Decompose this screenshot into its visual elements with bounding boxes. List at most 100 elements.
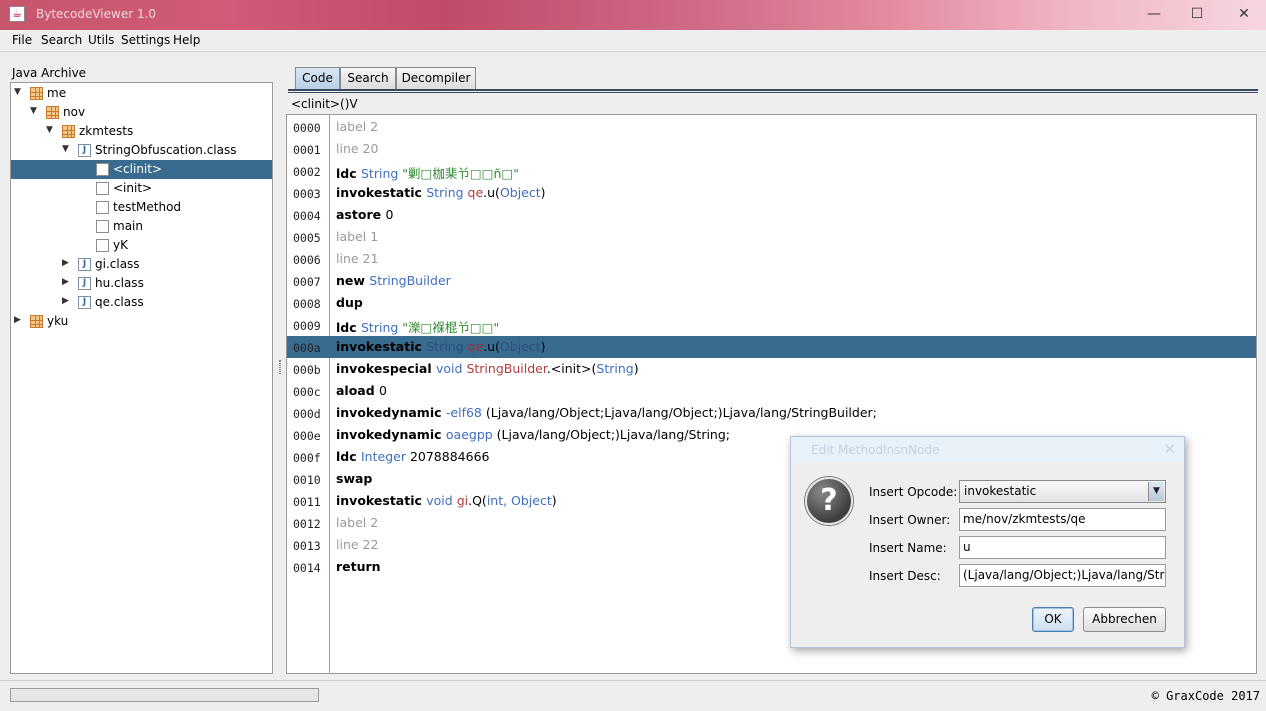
instruction-token: void xyxy=(426,493,457,508)
bytecode-row[interactable]: 0003 invokestatic String qe.u(Object) xyxy=(287,182,1256,204)
tree-node-label: nov xyxy=(63,105,86,119)
bytecode-row[interactable]: 0002 ldc String "剿□枷棐兯□□ñ□" xyxy=(287,160,1256,182)
bytecode-row[interactable]: 0000 label 2 xyxy=(287,116,1256,138)
expanded-toggle-icon[interactable]: ▼ xyxy=(14,88,23,97)
instruction-token: invokestatic xyxy=(336,185,427,200)
tab-search[interactable]: Search xyxy=(340,67,396,89)
bytecode-row[interactable]: 0004 astore 0 xyxy=(287,204,1256,226)
instruction-token: new xyxy=(336,273,370,288)
instruction-token: 0 xyxy=(385,207,394,222)
tree-node-label: <init> xyxy=(113,181,153,195)
menu-help[interactable]: Help xyxy=(173,33,200,47)
instruction-text: dup xyxy=(336,295,363,310)
class-file-icon: J xyxy=(78,277,91,290)
bytecode-row[interactable]: 000c aload 0 xyxy=(287,380,1256,402)
cancel-button[interactable]: Abbrechen xyxy=(1083,607,1166,632)
instruction-text: line 22 xyxy=(336,537,378,552)
instruction-token: void xyxy=(436,361,467,376)
tree-node-label: me xyxy=(47,86,67,100)
tree-node[interactable]: main xyxy=(11,217,272,236)
maximize-button[interactable]: ☐ xyxy=(1185,4,1209,24)
line-number: 000e xyxy=(293,429,321,443)
tree-node[interactable]: ▶ yku xyxy=(11,312,272,331)
collapsed-toggle-icon[interactable]: ▶ xyxy=(62,297,71,306)
tree-node[interactable]: ▶ Jgi.class xyxy=(11,255,272,274)
line-number: 0013 xyxy=(293,539,321,553)
instruction-token: line 21 xyxy=(336,251,379,266)
line-number: 000c xyxy=(293,385,321,399)
dialog-close-icon[interactable]: ✕ xyxy=(1163,440,1176,458)
tree-node[interactable]: <clinit> xyxy=(11,160,272,179)
instruction-text: aload 0 xyxy=(336,383,387,398)
tree-node[interactable]: ▼ zkmtests xyxy=(11,122,272,141)
opcode-select[interactable]: invokestatic ▼ xyxy=(959,480,1166,503)
bytecode-row[interactable]: 0007 new StringBuilder xyxy=(287,270,1256,292)
instruction-token: .u( xyxy=(483,185,500,200)
instruction-token: ) xyxy=(540,339,546,354)
bytecode-row[interactable]: 0008 dup xyxy=(287,292,1256,314)
instruction-token: "剿□枷棐兯□□ñ□" xyxy=(402,166,519,181)
tab-code[interactable]: Code xyxy=(295,67,340,89)
close-button[interactable]: ✕ xyxy=(1232,4,1256,24)
menu-settings[interactable]: Settings xyxy=(121,33,170,47)
bytecode-row[interactable]: 000d invokedynamic -elf68 (Ljava/lang/Obj… xyxy=(287,402,1256,424)
bytecode-row[interactable]: 0001 line 20 xyxy=(287,138,1256,160)
split-pane-divider[interactable] xyxy=(278,60,282,678)
collapsed-toggle-icon[interactable]: ▶ xyxy=(14,316,23,325)
expanded-toggle-icon[interactable]: ▼ xyxy=(62,145,71,154)
desc-label: Insert Desc: xyxy=(869,569,941,583)
dialog-title-bar: Edit MethodInsnNode ✕ xyxy=(791,437,1184,463)
instruction-token: (Ljava/lang/Object;)Ljava/lang/String; xyxy=(496,427,730,442)
line-number: 0008 xyxy=(293,297,321,311)
owner-label: Insert Owner: xyxy=(869,513,951,527)
tree-node[interactable]: ▼ nov xyxy=(11,103,272,122)
tree-node-label: yK xyxy=(113,238,128,252)
tree-node[interactable]: ▶ Jqe.class xyxy=(11,293,272,312)
name-field[interactable]: u xyxy=(959,536,1166,559)
tree-node[interactable]: <init> xyxy=(11,179,272,198)
instruction-token: label 2 xyxy=(336,119,379,134)
instruction-text: line 20 xyxy=(336,141,378,156)
instruction-token: line 22 xyxy=(336,537,379,552)
instruction-token: qe xyxy=(467,339,484,354)
tree-node[interactable]: testMethod xyxy=(11,198,272,217)
window-title: BytecodeViewer 1.0 xyxy=(36,7,157,21)
menu-file[interactable]: File xyxy=(12,33,32,47)
instruction-text: astore 0 xyxy=(336,207,393,222)
tree-node[interactable]: ▼ me xyxy=(11,84,272,103)
ok-button[interactable]: OK xyxy=(1032,607,1074,632)
copyright-label: © GraxCode 2017 xyxy=(1151,689,1260,703)
instruction-token: Object xyxy=(499,185,541,200)
owner-field[interactable]: me/nov/zkmtests/qe xyxy=(959,508,1166,531)
line-number: 000a xyxy=(293,341,321,355)
instruction-text: ldc String "剿□枷棐兯□□ñ□" xyxy=(336,163,519,182)
archive-tree[interactable]: ▼ me ▼ nov ▼ zkmtests ▼ J StringObfuscation.clas… xyxy=(10,82,273,674)
collapsed-toggle-icon[interactable]: ▶ xyxy=(62,278,71,287)
expanded-toggle-icon[interactable]: ▼ xyxy=(46,126,55,135)
tree-node[interactable]: ▼ J StringObfuscation.class xyxy=(11,141,272,160)
divider-grip[interactable] xyxy=(279,360,281,374)
menu-bar: File Search Utils Settings Help xyxy=(0,30,1266,52)
menu-utils[interactable]: Utils xyxy=(88,33,114,47)
tree-node-label: testMethod xyxy=(113,200,182,214)
desc-field[interactable]: (Ljava/lang/Object;)Ljava/lang/String; xyxy=(959,564,1166,587)
bytecode-row[interactable]: 0009 ldc String "濼□褓棍兯□□" xyxy=(287,314,1256,336)
chevron-down-icon[interactable]: ▼ xyxy=(1148,482,1164,501)
menu-search[interactable]: Search xyxy=(41,33,82,47)
instruction-token: swap xyxy=(336,471,373,486)
tree-node[interactable]: yK xyxy=(11,236,272,255)
bytecode-row[interactable]: 0005 label 1 xyxy=(287,226,1256,248)
instruction-token: ldc xyxy=(336,449,361,464)
line-number: 0010 xyxy=(293,473,321,487)
expanded-toggle-icon[interactable]: ▼ xyxy=(30,107,39,116)
tab-decompiler[interactable]: Decompiler xyxy=(396,67,476,89)
minimize-button[interactable]: — xyxy=(1142,4,1166,24)
bytecode-row[interactable]: 0006 line 21 xyxy=(287,248,1256,270)
tree-node[interactable]: ▶ Jhu.class xyxy=(11,274,272,293)
bytecode-row[interactable]: 000a invokestatic String qe.u(Object) xyxy=(287,336,1256,358)
collapsed-toggle-icon[interactable]: ▶ xyxy=(62,259,71,268)
package-icon xyxy=(30,315,43,328)
bytecode-row[interactable]: 000b invokespecial void StringBuilder.<in… xyxy=(287,358,1256,380)
instruction-text: ldc Integer 2078884666 xyxy=(336,449,489,464)
instruction-token: (Ljava/lang/Object;Ljava/lang/Object;)Lj… xyxy=(485,405,877,420)
